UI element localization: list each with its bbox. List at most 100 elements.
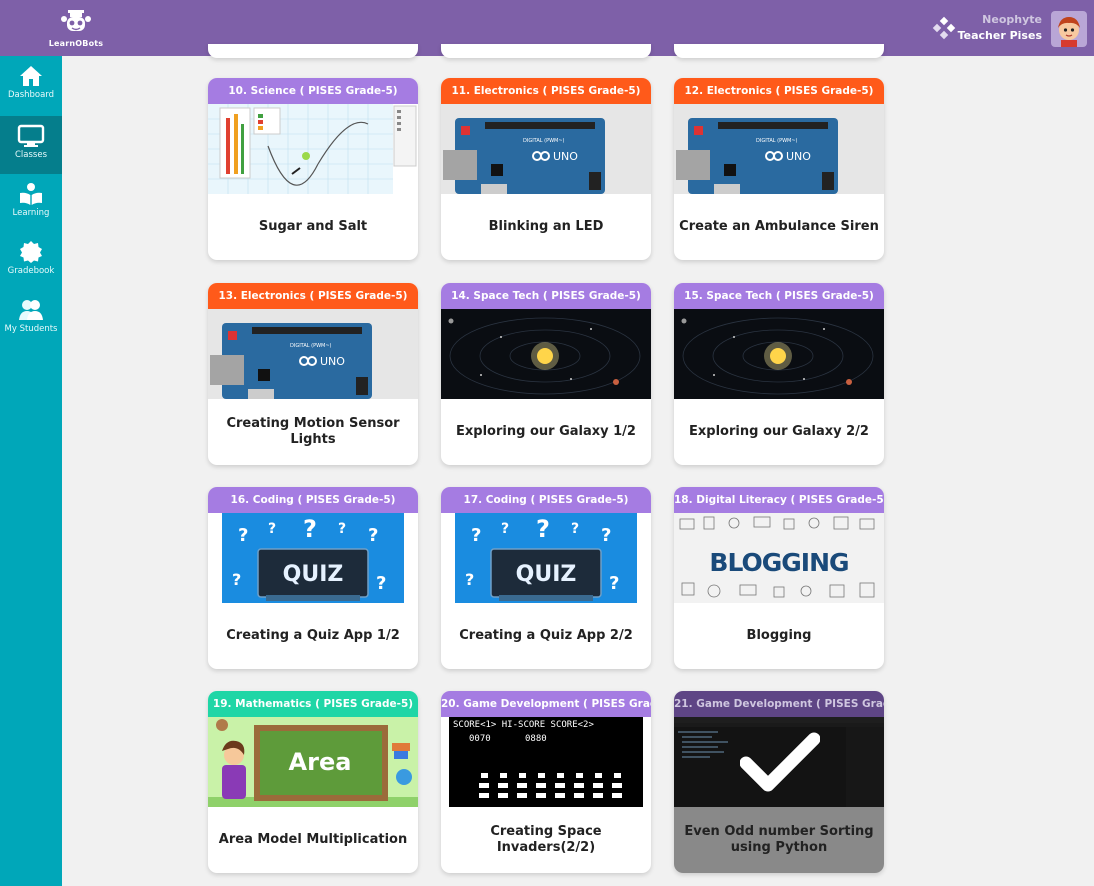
- badge-icon: [20, 241, 42, 263]
- sidebar-item-label: Dashboard: [7, 90, 55, 100]
- card-thumbnail: [674, 309, 884, 399]
- svg-text:?: ?: [376, 573, 386, 594]
- card-thumbnail: DIGITAL (PWM~) UNO: [208, 309, 418, 399]
- svg-text:UNO: UNO: [786, 150, 811, 163]
- lesson-card-14[interactable]: 14. Space Tech ( PISES Grade-5) Explorin…: [441, 283, 651, 465]
- svg-text:?: ?: [303, 515, 317, 543]
- card-title: Creating Motion Sensor Lights: [226, 416, 400, 447]
- sidebar-item-gradebook[interactable]: Gradebook: [0, 232, 62, 290]
- card-header: 17. Coding ( PISES Grade-5): [441, 487, 651, 513]
- card-header: 19. Mathematics ( PISES Grade-5): [208, 691, 418, 717]
- lesson-card-12[interactable]: 12. Electronics ( PISES Grade-5) DIGITAL…: [674, 78, 884, 260]
- svg-text:?: ?: [501, 521, 509, 537]
- space-thumbnail: [674, 309, 884, 399]
- card-partial[interactable]: [208, 44, 418, 58]
- sidebar-item-label: Learning: [12, 208, 50, 218]
- card-header: 12. Electronics ( PISES Grade-5): [674, 78, 884, 104]
- arduino-thumbnail: DIGITAL (PWM~) UNO: [674, 104, 884, 194]
- card-header: 20. Game Development ( PISES Grade-5): [441, 691, 651, 717]
- learnobots-logo[interactable]: LearnOBots: [48, 8, 104, 48]
- hi-score-text: 0880: [525, 734, 547, 744]
- card-thumbnail: SCORE<1> HI-SCORE SCORE<2> 0070 0880: [441, 717, 651, 807]
- svg-text:UNO: UNO: [320, 355, 345, 368]
- area-thumbnail: Area: [208, 717, 418, 807]
- lesson-card-13[interactable]: 13. Electronics ( PISES Grade-5) DIGITAL…: [208, 283, 418, 465]
- user-level: Neophyte: [982, 13, 1042, 26]
- svg-text:?: ?: [471, 525, 481, 546]
- card-header: 11. Electronics ( PISES Grade-5): [441, 78, 651, 104]
- lesson-card-21[interactable]: 21. Game Development ( PISES Grade-5) Ev…: [674, 691, 884, 873]
- sidebar-item-dashboard[interactable]: Dashboard: [0, 56, 62, 114]
- svg-text:DIGITAL (PWM~): DIGITAL (PWM~): [290, 343, 332, 349]
- card-header: 15. Space Tech ( PISES Grade-5): [674, 283, 884, 309]
- logo-text: LearnOBots: [48, 39, 104, 48]
- card-title: Blinking an LED: [488, 219, 604, 234]
- card-partial[interactable]: [674, 44, 884, 58]
- card-thumbnail: ?? ?? ?? ? QUIZ: [441, 513, 651, 603]
- lesson-card-10[interactable]: 10. Science ( PISES Grade-5) Sugar and S…: [208, 78, 418, 260]
- lesson-card-16[interactable]: 16. Coding ( PISES Grade-5) ?? ?? ?? ? Q…: [208, 487, 418, 669]
- card-header: 21. Game Development ( PISES Grade-5): [674, 691, 884, 717]
- card-title: Creating a Quiz App 1/2: [226, 628, 400, 643]
- svg-text:DIGITAL (PWM~): DIGITAL (PWM~): [523, 138, 565, 144]
- students-icon: [19, 300, 43, 320]
- arduino-thumbnail: DIGITAL (PWM~) UNO: [441, 104, 651, 194]
- svg-text:UNO: UNO: [553, 150, 578, 163]
- quiz-thumbnail: ?? ?? ?? ? QUIZ: [222, 513, 404, 603]
- card-title: Creating a Quiz App 2/2: [459, 628, 633, 643]
- svg-text:?: ?: [571, 521, 579, 537]
- card-title: Exploring our Galaxy 2/2: [689, 424, 869, 439]
- sidebar: Dashboard Classes Learning Gradebook My …: [0, 56, 62, 886]
- quiz-text: QUIZ: [516, 562, 577, 587]
- science-graph-thumbnail: [208, 104, 418, 194]
- sidebar-item-learning[interactable]: Learning: [0, 174, 62, 232]
- completed-overlay: [674, 717, 884, 807]
- card-title: Exploring our Galaxy 1/2: [456, 424, 636, 439]
- quiz-thumbnail: ?? ?? ?? ? QUIZ: [455, 513, 637, 603]
- card-thumbnail: DIGITAL (PWM~) UNO: [674, 104, 884, 194]
- lesson-card-17[interactable]: 17. Coding ( PISES Grade-5) ?? ?? ?? ? Q…: [441, 487, 651, 669]
- card-partial[interactable]: [441, 44, 651, 58]
- robot-logo-icon: [61, 10, 91, 31]
- svg-text:?: ?: [268, 521, 276, 537]
- user-info[interactable]: Neophyte Teacher Pises: [958, 13, 1042, 42]
- home-icon: [20, 66, 42, 86]
- blogging-text: BLOGGING: [709, 548, 848, 577]
- card-title: Create an Ambulance Siren: [679, 219, 879, 234]
- apps-menu-icon[interactable]: [932, 16, 956, 40]
- space-thumbnail: [441, 309, 651, 399]
- svg-text:?: ?: [238, 525, 248, 546]
- avatar[interactable]: [1051, 11, 1087, 47]
- user-name: Teacher Pises: [957, 29, 1042, 42]
- lesson-card-19[interactable]: 19. Mathematics ( PISES Grade-5) Area Ar…: [208, 691, 418, 873]
- card-header: 16. Coding ( PISES Grade-5): [208, 487, 418, 513]
- svg-text:?: ?: [601, 525, 611, 546]
- sidebar-item-my-students[interactable]: My Students: [0, 290, 62, 348]
- svg-text:?: ?: [368, 525, 378, 546]
- book-reader-icon: [20, 183, 42, 205]
- card-thumbnail: [441, 309, 651, 399]
- card-thumbnail: BLOGGING: [674, 513, 884, 603]
- lesson-card-18[interactable]: 18. Digital Literacy ( PISES Grade-5) BL…: [674, 487, 884, 669]
- area-text: Area: [289, 748, 352, 776]
- card-title: Creating Space Invaders(2/2): [490, 824, 602, 855]
- lesson-card-15[interactable]: 15. Space Tech ( PISES Grade-5) Explorin…: [674, 283, 884, 465]
- monitor-icon: [17, 124, 45, 147]
- card-title: Sugar and Salt: [258, 219, 368, 234]
- sidebar-item-label: Gradebook: [7, 266, 55, 276]
- card-thumbnail: ?? ?? ?? ? QUIZ: [208, 513, 418, 603]
- lesson-card-11[interactable]: 11. Electronics ( PISES Grade-5) DIGITAL…: [441, 78, 651, 260]
- card-title: Blogging: [746, 628, 812, 643]
- card-thumbnail: Area: [208, 717, 418, 807]
- card-thumbnail: [208, 104, 418, 194]
- svg-text:?: ?: [232, 570, 241, 589]
- card-header: 13. Electronics ( PISES Grade-5): [208, 283, 418, 309]
- card-header: 10. Science ( PISES Grade-5): [208, 78, 418, 104]
- check-icon: [740, 732, 820, 792]
- score-1-text: 0070: [469, 734, 491, 744]
- lesson-card-20[interactable]: 20. Game Development ( PISES Grade-5) SC…: [441, 691, 651, 873]
- space-invaders-thumbnail: SCORE<1> HI-SCORE SCORE<2> 0070 0880: [449, 717, 643, 807]
- sidebar-item-classes[interactable]: Classes: [0, 116, 62, 174]
- quiz-text: QUIZ: [283, 562, 344, 587]
- arduino-thumbnail: DIGITAL (PWM~) UNO: [208, 309, 418, 399]
